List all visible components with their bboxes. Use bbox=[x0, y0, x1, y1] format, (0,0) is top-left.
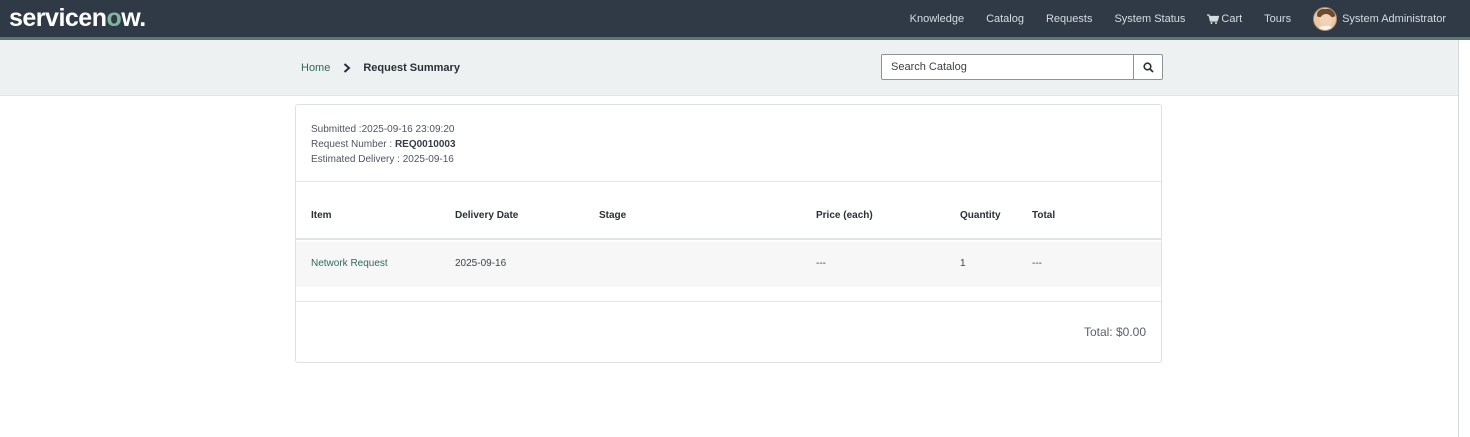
row-quantity: 1 bbox=[960, 258, 966, 269]
order-total: Total: $0.00 bbox=[1083, 325, 1146, 339]
avatar bbox=[1313, 6, 1338, 31]
estimated-delivery-label: Estimated Delivery : bbox=[311, 154, 403, 165]
nav-cart-label: Cart bbox=[1221, 12, 1243, 25]
estimated-delivery-value: 2025-09-16 bbox=[402, 154, 454, 165]
search-button[interactable] bbox=[1133, 55, 1162, 79]
breadcrumb-current: Request Summary bbox=[363, 62, 460, 74]
nav-knowledge[interactable]: Knowledge bbox=[910, 13, 964, 25]
servicenow-logo[interactable]: servicenow. bbox=[9, 4, 146, 32]
search-input[interactable] bbox=[882, 55, 1133, 79]
breadcrumb-home-link[interactable]: Home bbox=[301, 62, 330, 74]
chevron-right-icon bbox=[344, 63, 351, 73]
nav-catalog[interactable]: Catalog bbox=[986, 13, 1024, 25]
row-total: --- bbox=[1032, 258, 1042, 269]
user-menu[interactable]: System Administrator bbox=[1313, 6, 1446, 31]
cart-icon bbox=[1207, 13, 1220, 24]
column-header-total: Total bbox=[1032, 210, 1056, 221]
estimated-delivery-line: Estimated Delivery : 2025-09-16 bbox=[311, 152, 456, 167]
nav-requests[interactable]: Requests bbox=[1046, 13, 1092, 25]
item-link[interactable]: Network Request bbox=[311, 258, 388, 269]
request-number-value: REQ0010003 bbox=[394, 139, 456, 150]
nav-system-status[interactable]: System Status bbox=[1114, 13, 1185, 25]
user-name: System Administrator bbox=[1342, 12, 1446, 25]
request-meta: Submitted :2025-09-16 23:09:20 Request N… bbox=[311, 122, 456, 167]
row-delivery-date: 2025-09-16 bbox=[455, 258, 507, 269]
row-price: --- bbox=[816, 258, 826, 269]
header-nav: Knowledge Catalog Requests System Status… bbox=[888, 0, 1446, 37]
nav-tours[interactable]: Tours bbox=[1264, 13, 1291, 25]
column-header-price: Price (each) bbox=[816, 210, 873, 221]
logo-text-end: w. bbox=[121, 4, 146, 32]
table-row: Network Request 2025-09-16 --- 1 --- bbox=[296, 242, 1161, 287]
column-header-quantity: Quantity bbox=[960, 210, 1001, 221]
breadcrumb-band bbox=[0, 40, 1458, 96]
request-number-line: Request Number : REQ0010003 bbox=[311, 137, 456, 152]
submitted-value: 2025-09-16 23:09:20 bbox=[361, 124, 455, 135]
request-number-label: Request Number : bbox=[311, 139, 395, 150]
logo-text-start: servicen bbox=[9, 4, 107, 32]
column-header-delivery-date: Delivery Date bbox=[455, 210, 519, 221]
divider bbox=[296, 301, 1161, 302]
column-header-item: Item bbox=[311, 210, 332, 221]
submitted-line: Submitted :2025-09-16 23:09:20 bbox=[311, 122, 456, 137]
submitted-label: Submitted : bbox=[311, 124, 362, 135]
breadcrumb: Home Request Summary bbox=[301, 62, 460, 74]
request-summary-card: Submitted :2025-09-16 23:09:20 Request N… bbox=[295, 104, 1162, 363]
catalog-search bbox=[881, 54, 1163, 80]
scrollbar-edge bbox=[1458, 40, 1459, 437]
top-navigation-bar: servicenow. Knowledge Catalog Requests S… bbox=[0, 0, 1470, 40]
column-header-stage: Stage bbox=[599, 210, 627, 221]
logo-text-o: o bbox=[106, 4, 122, 32]
nav-cart[interactable]: Cart bbox=[1207, 13, 1242, 25]
table-header: Item Delivery Date Stage Price (each) Qu… bbox=[296, 182, 1161, 240]
search-icon bbox=[1142, 61, 1154, 73]
